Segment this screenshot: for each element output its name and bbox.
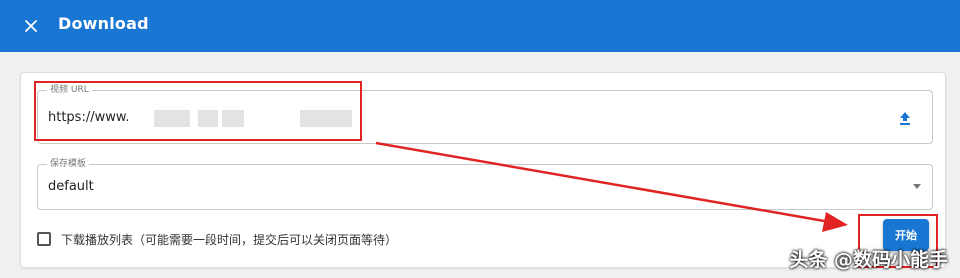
video-url-label: 视频 URL <box>47 83 92 97</box>
playlist-checkbox[interactable] <box>37 232 51 246</box>
redacted-text <box>222 110 244 127</box>
close-icon[interactable] <box>18 13 44 39</box>
upload-icon[interactable] <box>896 109 914 127</box>
video-url-input[interactable]: https://www. <box>48 110 129 125</box>
app-bar: Download <box>0 0 960 52</box>
save-template-select[interactable]: 保存模板 default <box>37 157 933 210</box>
playlist-label[interactable]: 下载播放列表（可能需要一段时间，提交后可以关闭页面等待） <box>61 231 397 248</box>
save-template-value[interactable]: default <box>48 179 94 194</box>
page-title: Download <box>58 14 149 33</box>
chevron-down-icon[interactable] <box>913 184 921 189</box>
video-url-field[interactable]: 视频 URL https://www. <box>37 83 933 144</box>
watermark: 头条 @数码小能手 <box>789 249 948 271</box>
save-template-label: 保存模板 <box>47 157 90 171</box>
redacted-text <box>198 110 218 127</box>
download-form-card: 视频 URL https://www. 保存模板 default 下载播放列表（… <box>20 72 946 268</box>
redacted-text <box>154 110 190 127</box>
redacted-text <box>300 110 352 127</box>
